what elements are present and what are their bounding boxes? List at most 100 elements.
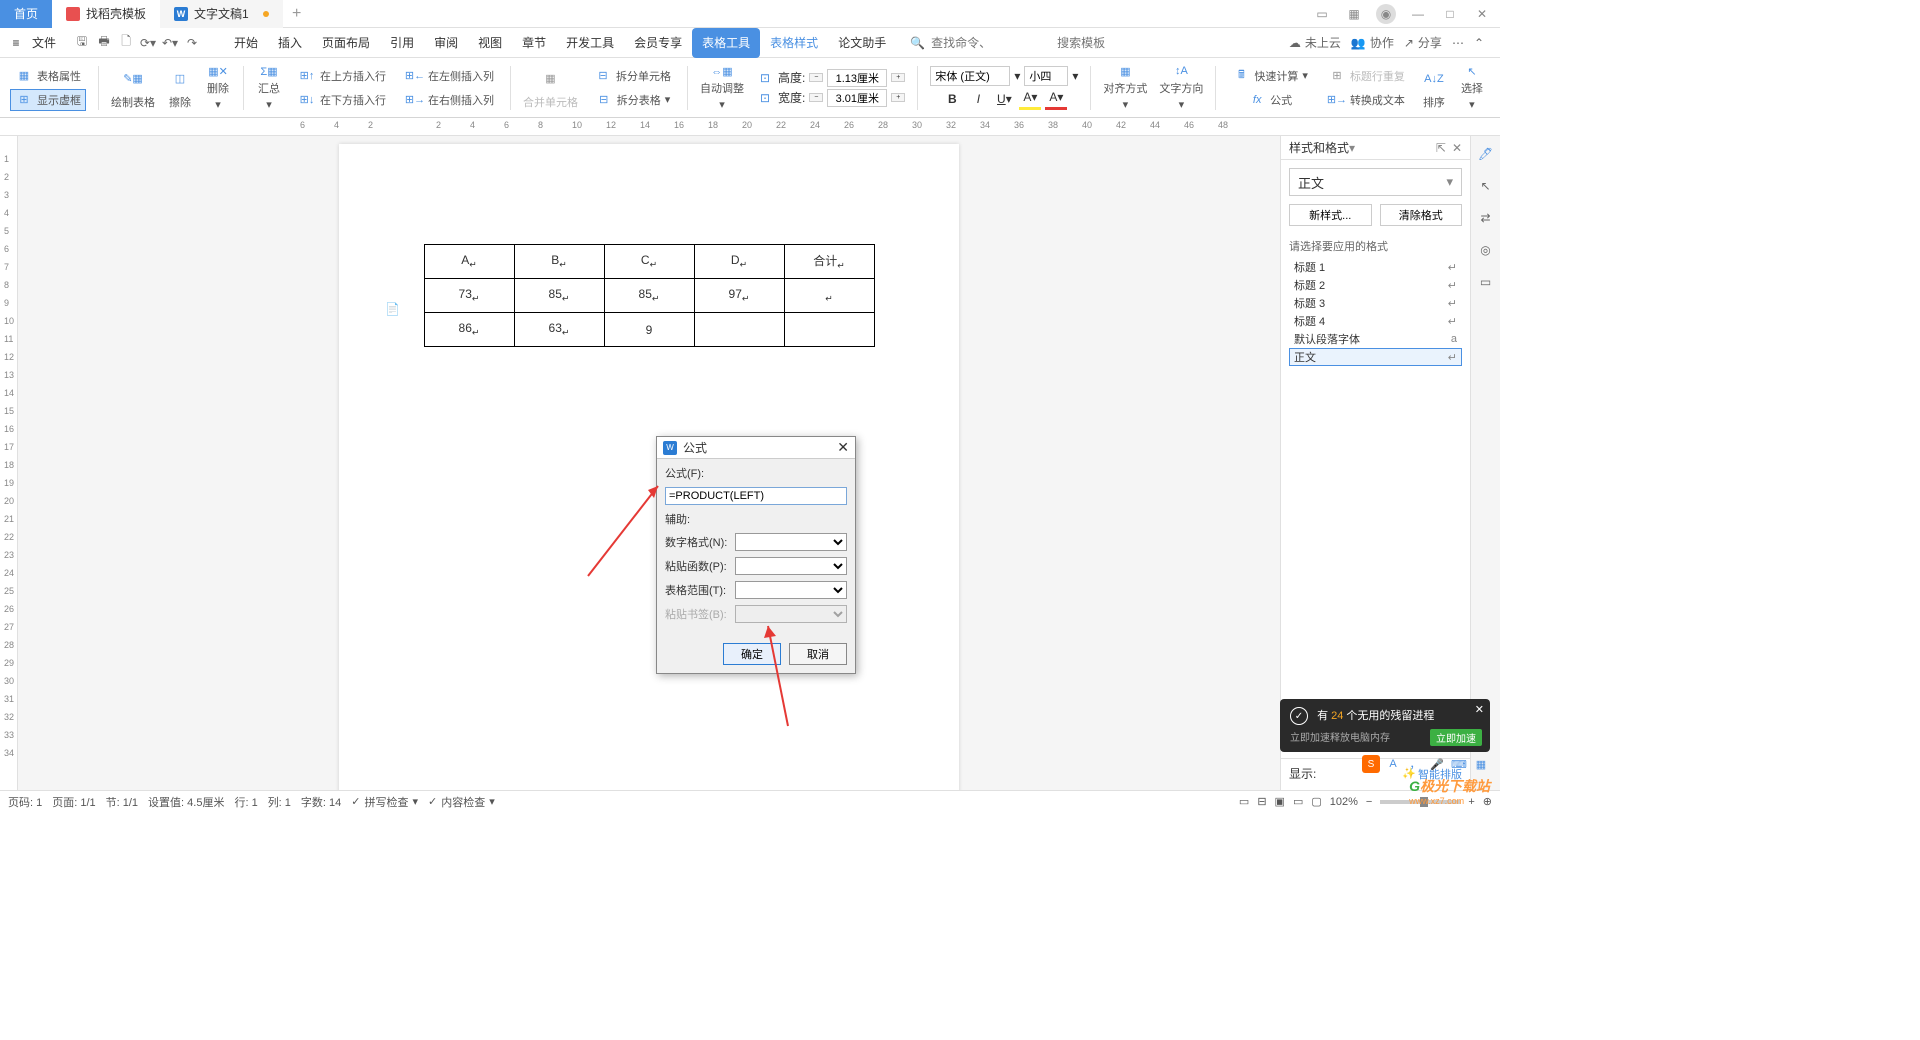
cell-r1-total[interactable]: ↵: [784, 279, 874, 313]
insert-below-btn[interactable]: ⊞↓在下方插入行: [294, 89, 390, 111]
menu-table-style[interactable]: 表格样式: [760, 28, 828, 58]
search-template[interactable]: [1057, 36, 1117, 50]
cell-r2-total[interactable]: [784, 313, 874, 347]
style-h3[interactable]: 标题 3↵: [1289, 294, 1462, 312]
cancel-button[interactable]: 取消: [789, 643, 847, 665]
bold-btn[interactable]: B: [941, 88, 963, 110]
toast-action-button[interactable]: 立即加速: [1430, 729, 1482, 746]
select-btn[interactable]: ↖选择▾: [1455, 63, 1489, 113]
redo-icon[interactable]: ↷: [182, 33, 202, 53]
save-icon[interactable]: 🖫: [72, 33, 92, 53]
more-icon[interactable]: ⋯: [1452, 36, 1464, 50]
cell-r2-b[interactable]: 63↵: [514, 313, 604, 347]
text-dir-btn[interactable]: ↕A文字方向▾: [1155, 63, 1207, 113]
underline-btn[interactable]: U▾: [993, 88, 1015, 110]
doc-table[interactable]: A↵ B↵ C↵ D↵ 合计↵ 73↵ 85↵ 85↵ 97↵ ↵ 86: [424, 244, 875, 347]
italic-btn[interactable]: I: [967, 88, 989, 110]
height-inc[interactable]: +: [891, 73, 905, 82]
table-attr-btn[interactable]: ▦表格属性: [11, 65, 85, 87]
status-chars[interactable]: 字数: 14: [301, 794, 341, 810]
view-read-icon[interactable]: ▣: [1275, 795, 1285, 808]
insert-right-btn[interactable]: ⊞→在右侧插入列: [402, 89, 498, 111]
menu-dev[interactable]: 开发工具: [556, 28, 624, 58]
ime-icon[interactable]: S: [1362, 755, 1380, 773]
formula-btn[interactable]: fx公式: [1244, 89, 1296, 111]
width-dec[interactable]: −: [809, 93, 823, 102]
style-default-font[interactable]: 默认段落字体a: [1289, 330, 1462, 348]
status-page[interactable]: 页码: 1: [8, 794, 42, 810]
print-icon[interactable]: 🖶: [94, 33, 114, 53]
cell-r2-a[interactable]: 86↵: [424, 313, 514, 347]
cloud-status[interactable]: ☁ 未上云: [1289, 34, 1341, 51]
font-select[interactable]: [930, 66, 1010, 86]
align-btn[interactable]: ▦对齐方式▾: [1099, 63, 1151, 113]
undo-icon[interactable]: ↶▾: [160, 33, 180, 53]
hamburger-icon[interactable]: ≡: [8, 36, 24, 50]
target-icon[interactable]: ◎: [1476, 240, 1496, 260]
status-content[interactable]: ✓内容检查▾: [428, 794, 495, 810]
cell-r1-a[interactable]: 73↵: [424, 279, 514, 313]
ime-grid-icon[interactable]: ▦: [1472, 755, 1490, 773]
apps-icon[interactable]: ▦: [1344, 4, 1364, 24]
ok-button[interactable]: 确定: [723, 643, 781, 665]
refresh-icon[interactable]: ⟳▾: [138, 33, 158, 53]
menu-section[interactable]: 章节: [512, 28, 556, 58]
style-body[interactable]: 正文↵: [1289, 348, 1462, 366]
tab-home[interactable]: 首页: [0, 0, 52, 28]
link-icon[interactable]: ⇄: [1476, 208, 1496, 228]
avatar-icon[interactable]: ◉: [1376, 4, 1396, 24]
clear-format-button[interactable]: 清除格式: [1380, 204, 1463, 226]
zoom-value[interactable]: 102%: [1330, 796, 1358, 808]
th-a[interactable]: A↵: [424, 245, 514, 279]
menu-vip[interactable]: 会员专享: [624, 28, 692, 58]
height-dec[interactable]: −: [809, 73, 823, 82]
merge-cells-btn[interactable]: ▦合并单元格: [519, 63, 582, 113]
auto-adjust-btn[interactable]: ⇔▦自动调整▾: [696, 63, 748, 113]
search-command[interactable]: [931, 36, 1051, 50]
maximize-icon[interactable]: □: [1440, 4, 1460, 24]
status-section[interactable]: 节: 1/1: [106, 794, 138, 810]
quick-calc-btn[interactable]: 🖩快速计算▾: [1228, 65, 1312, 87]
menu-table-tools[interactable]: 表格工具: [692, 28, 760, 58]
cell-r1-b[interactable]: 85↵: [514, 279, 604, 313]
formula-input[interactable]: [665, 487, 847, 505]
menu-layout[interactable]: 页面布局: [312, 28, 380, 58]
cell-r1-c[interactable]: 85↵: [604, 279, 694, 313]
panel-close-icon[interactable]: ✕: [1452, 141, 1462, 155]
ime-a[interactable]: A: [1384, 755, 1402, 773]
book-icon[interactable]: ▭: [1476, 272, 1496, 292]
cell-r2-d[interactable]: [694, 313, 784, 347]
share-btn[interactable]: ↗ 分享: [1404, 34, 1442, 51]
cell-r2-c[interactable]: 9: [604, 313, 694, 347]
insert-above-btn[interactable]: ⊞↑在上方插入行: [294, 65, 390, 87]
height-input[interactable]: [827, 69, 887, 87]
dialog-close-icon[interactable]: ✕: [837, 439, 849, 456]
view-print-icon[interactable]: ▭: [1239, 795, 1249, 808]
pastefn-select[interactable]: [735, 557, 847, 575]
th-b[interactable]: B↵: [514, 245, 604, 279]
to-text-btn[interactable]: ⊞→转换成文本: [1324, 89, 1409, 111]
th-d[interactable]: D↵: [694, 245, 784, 279]
range-select[interactable]: [735, 581, 847, 599]
menu-view[interactable]: 视图: [468, 28, 512, 58]
document-canvas[interactable]: 📄 A↵ B↵ C↵ D↵ 合计↵ 73↵ 85↵ 85↵ 97↵ ↵: [18, 136, 1280, 810]
tab-add[interactable]: +: [283, 5, 311, 23]
draw-table-btn[interactable]: ✎▦绘制表格: [107, 63, 159, 113]
menu-ref[interactable]: 引用: [380, 28, 424, 58]
style-h1[interactable]: 标题 1↵: [1289, 258, 1462, 276]
status-pos[interactable]: 设置值: 4.5厘米: [148, 794, 224, 810]
style-h2[interactable]: 标题 2↵: [1289, 276, 1462, 294]
status-pages[interactable]: 页面: 1/1: [52, 794, 95, 810]
search-icon[interactable]: 🔍: [910, 36, 925, 50]
cell-r1-d[interactable]: 97↵: [694, 279, 784, 313]
view-focus-icon[interactable]: ▢: [1311, 795, 1321, 808]
tab-templates[interactable]: 找稻壳模板: [52, 0, 160, 28]
sort-btn[interactable]: A↓Z排序: [1417, 63, 1451, 113]
menu-review[interactable]: 审阅: [424, 28, 468, 58]
cursor-icon[interactable]: ↖: [1476, 176, 1496, 196]
numfmt-select[interactable]: [735, 533, 847, 551]
view-outline-icon[interactable]: ⊟: [1257, 795, 1266, 808]
size-select[interactable]: [1024, 66, 1068, 86]
summary-btn[interactable]: Σ▦汇总▾: [252, 63, 286, 113]
ime-comma[interactable]: ，: [1406, 755, 1424, 773]
